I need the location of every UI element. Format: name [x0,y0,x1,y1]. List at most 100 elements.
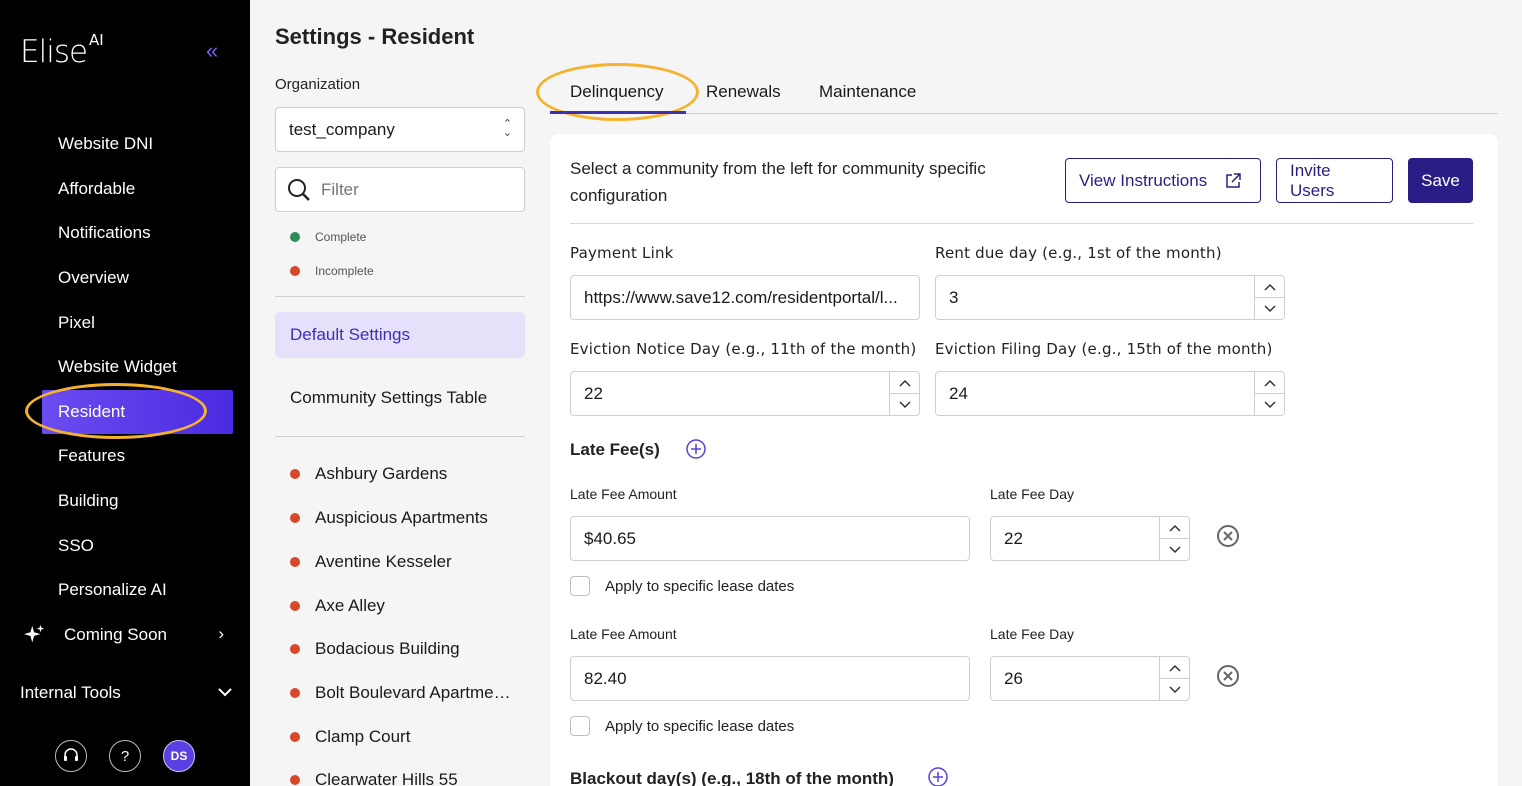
eviction-filing-day-input[interactable]: 24 [935,371,1285,416]
community-name: Aventine Kesseler [315,552,452,571]
incomplete-dot [290,688,300,698]
rent-due-day-input[interactable]: 3 [935,275,1285,320]
increment-icon[interactable] [890,372,919,393]
remove-late-fee-icon[interactable] [1216,664,1240,688]
save-button[interactable]: Save [1408,158,1473,203]
avatar[interactable]: DS [163,740,195,772]
incomplete-dot [290,775,300,785]
increment-icon[interactable] [1255,276,1284,297]
page-title: Settings - Resident [275,24,475,49]
sidebar-item-internal-tools[interactable]: Internal Tools [20,678,232,708]
tab-renewals[interactable]: Renewals [706,82,781,102]
collapse-sidebar-icon[interactable]: « [206,40,228,62]
view-instructions-label: View Instructions [1079,170,1208,190]
late-fee-amount-label: Late Fee Amount [570,626,677,642]
sidebar-item-sso[interactable]: SSO [42,523,233,568]
sidebar-item-personalize-ai[interactable]: Personalize AI [42,568,233,613]
community-name: Ashbury Gardens [315,464,448,483]
number-stepper [1254,276,1284,319]
view-instructions-button[interactable]: View Instructions [1065,158,1261,203]
decrement-icon[interactable] [1160,538,1189,560]
remove-late-fee-icon[interactable] [1216,524,1240,548]
chevron-right-icon: › [218,624,224,643]
sidebar-item-overview[interactable]: Overview [42,256,233,301]
invite-users-button[interactable]: Invite Users [1276,158,1393,203]
apply-lease-dates-label: Apply to specific lease dates [605,578,795,595]
community-item[interactable]: Auspicious Apartments [290,507,520,529]
community-settings-table-item[interactable]: Community Settings Table [290,388,487,408]
apply-lease-dates-checkbox[interactable] [570,716,590,736]
sidebar-item-affordable[interactable]: Affordable [42,167,233,212]
community-name: Clearwater Hills 55 [315,770,458,786]
sparkle-icon [24,624,45,643]
sidebar-item-website-dni[interactable]: Website DNI [42,122,233,167]
late-fee-day-input[interactable]: 26 [990,656,1190,701]
tab-maintenance[interactable]: Maintenance [819,82,916,102]
community-item[interactable]: Clearwater Hills 55 [290,769,520,786]
sidebar-item-pixel[interactable]: Pixel [42,300,233,345]
community-item[interactable]: Clamp Court [290,726,520,748]
eviction-filing-day-label: Eviction Filing Day (e.g., 15th of the m… [935,340,1273,358]
organization-value: test_company [289,119,395,139]
legend-incomplete: Incomplete [290,264,374,278]
sidebar-item-features[interactable]: Features [42,434,233,479]
internal-tools-label: Internal Tools [20,683,121,702]
search-icon [288,178,310,201]
incomplete-dot [290,557,300,567]
decrement-icon[interactable] [890,393,919,415]
incomplete-dot [290,644,300,654]
late-fee-day-input[interactable]: 22 [990,516,1190,561]
elise-ai-logo[interactable]: Elise AI [20,31,104,70]
apply-lease-dates-checkbox[interactable] [570,576,590,596]
decrement-icon[interactable] [1255,297,1284,319]
decrement-icon[interactable] [1160,678,1189,700]
community-name: Bodacious Building [315,639,460,658]
tab-delinquency[interactable]: Delinquency [570,82,664,102]
apply-lease-dates-label: Apply to specific lease dates [605,718,795,735]
increment-icon[interactable] [1255,372,1284,393]
number-stepper [1159,517,1189,560]
community-item[interactable]: Ashbury Gardens [290,463,520,485]
late-fee-amount-input[interactable]: $40.65 [570,516,970,561]
incomplete-dot [290,266,300,276]
help-icon[interactable]: ? [109,740,141,772]
community-item[interactable]: Bolt Boulevard Apartme… [290,682,520,704]
increment-icon[interactable] [1160,517,1189,538]
sidebar-item-website-widget[interactable]: Website Widget [42,345,233,390]
default-settings-item[interactable]: Default Settings [275,312,525,358]
filter-search-box[interactable] [275,167,525,212]
sidebar-item-building[interactable]: Building [42,479,233,524]
sidebar-nav: Website DNI Affordable Notifications Ove… [42,122,233,613]
eviction-notice-day-input[interactable]: 22 [570,371,920,416]
community-name: Clamp Court [315,727,411,746]
late-fees-heading: Late Fee(s) [570,440,660,459]
incomplete-dot [290,732,300,742]
payment-link-input[interactable]: https://www.save12.com/residentportal/l.… [570,275,920,320]
increment-icon[interactable] [1160,657,1189,678]
community-item[interactable]: Aventine Kesseler [290,551,520,573]
late-fee-day-value: 22 [1004,528,1023,548]
community-name: Bolt Boulevard Apartme… [315,683,511,702]
sidebar-item-resident[interactable]: Resident [42,389,233,435]
late-fee-day-label: Late Fee Day [990,626,1075,642]
organization-label: Organization [275,76,361,93]
organization-select[interactable]: test_company ⌃ ⌄ [275,107,525,152]
late-fee-day-value: 26 [1004,668,1023,688]
rent-due-day-value: 3 [949,287,959,307]
sidebar-item-coming-soon[interactable]: Coming Soon › [24,620,234,650]
community-item[interactable]: Axe Alley [290,595,520,617]
legend-complete-label: Complete [315,230,367,244]
blackout-days-heading: Blackout day(s) (e.g., 18th of the month… [570,769,894,786]
add-blackout-day-icon[interactable] [928,767,948,786]
sidebar-item-notifications[interactable]: Notifications [42,211,233,256]
late-fee-amount-input[interactable]: 82.40 [570,656,970,701]
number-stepper [889,372,919,415]
divider [570,223,1473,224]
filter-input[interactable] [321,179,511,200]
decrement-icon[interactable] [1255,393,1284,415]
add-late-fee-icon[interactable] [686,439,706,459]
intro-text: Select a community from the left for com… [570,159,986,205]
legend-complete: Complete [290,230,366,244]
support-headset-icon[interactable] [55,740,87,772]
community-item[interactable]: Bodacious Building [290,638,520,660]
